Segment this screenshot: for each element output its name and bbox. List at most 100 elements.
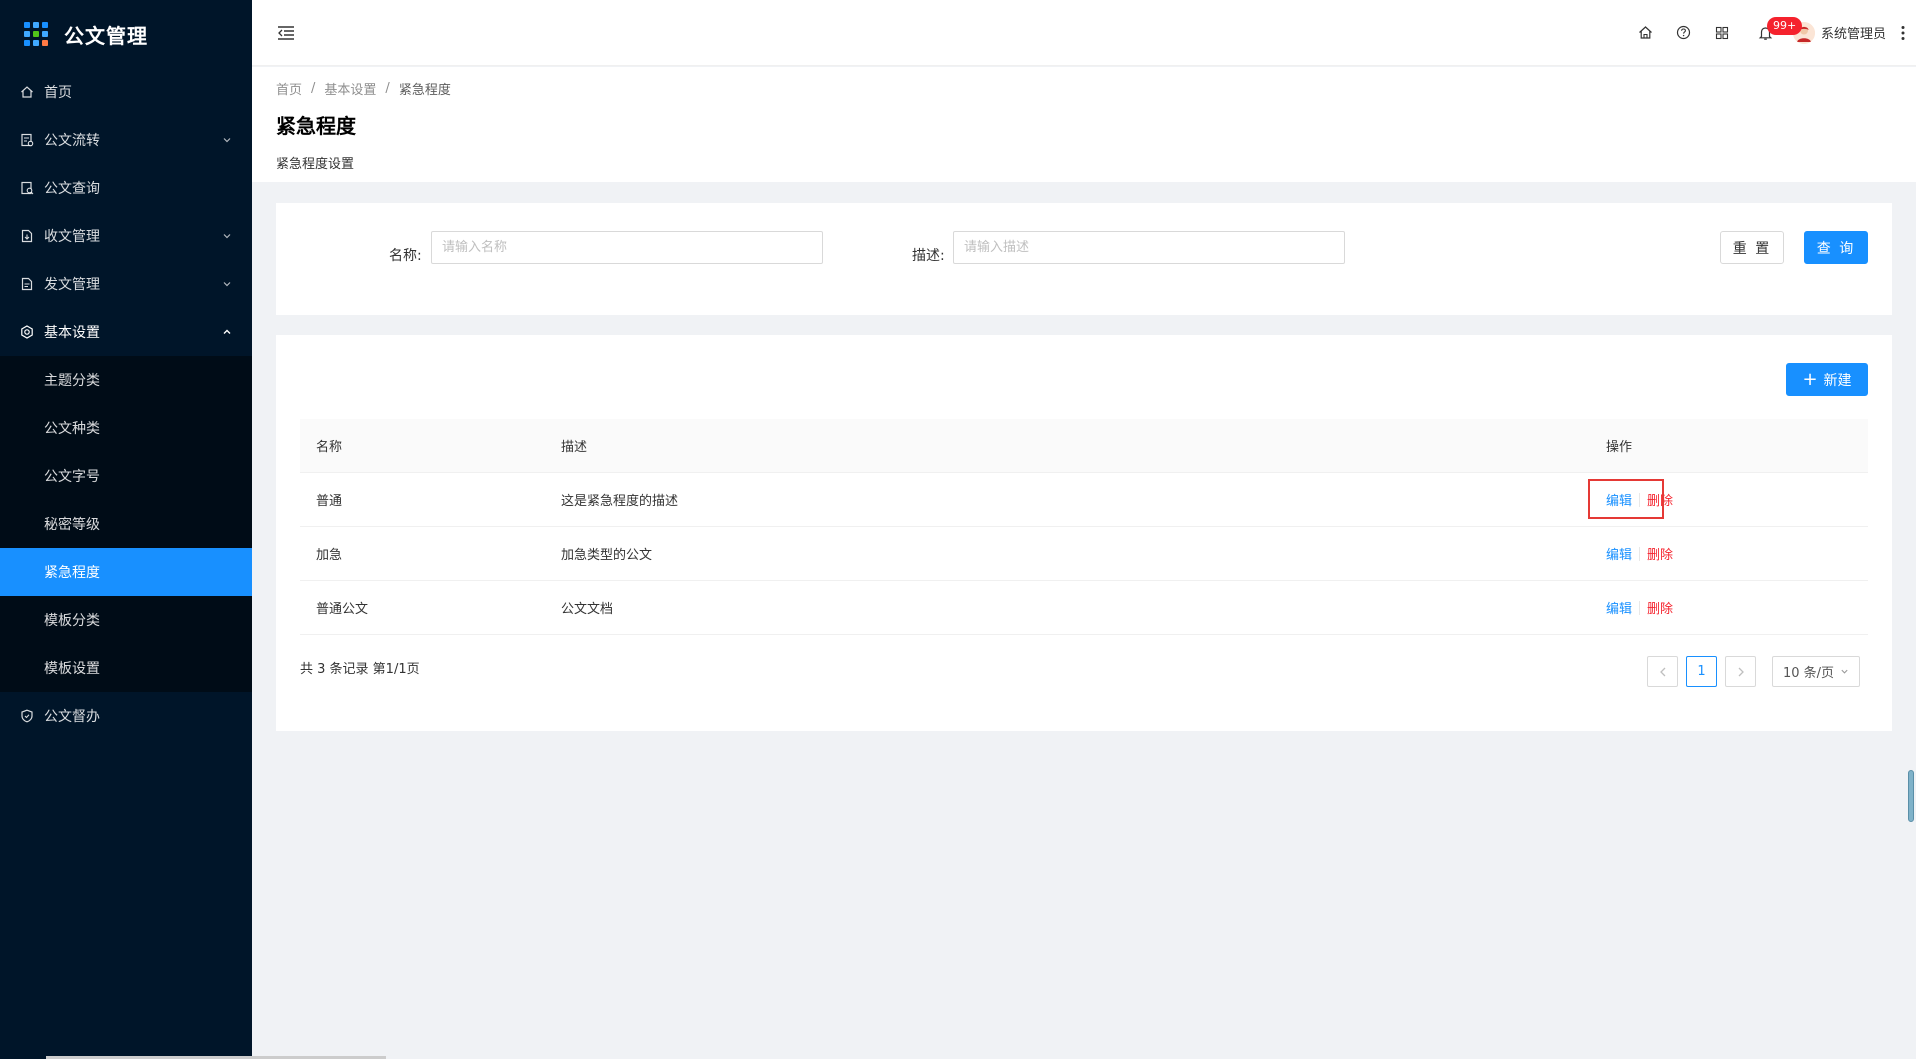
home-icon[interactable] [1627,14,1665,52]
chevron-down-icon [222,135,232,145]
delete-link[interactable]: 删除 [1647,598,1673,617]
breadcrumb-current: 紧急程度 [398,83,451,98]
submenu-item-urgency-level[interactable]: 紧急程度 [0,548,252,596]
sidebar-item-label: 公文流转 [44,133,100,149]
document-flow-icon [20,133,34,147]
cell-name: 普通 [316,494,343,509]
submenu-item-topic-category[interactable]: 主题分类 [0,356,252,404]
home-icon [20,85,34,99]
prev-page-button[interactable] [1647,656,1678,687]
sidebar-item-document-search[interactable]: 公文查询 [0,164,252,212]
breadcrumb-home-link[interactable]: 首页 [276,79,302,98]
table-row: 普通公文 公文文档 编辑 删除 [300,581,1868,635]
page-description: 紧急程度设置 [276,157,355,172]
sidebar-item-label: 公文督办 [44,709,100,725]
search-form: 名称: 描述: 重 置 查 询 [276,203,1892,315]
page-title: 紧急程度 [276,114,356,138]
user-name: 系统管理员 [1820,27,1886,42]
settings-submenu: 主题分类 公文种类 公文字号 秘密等级 紧急程度 模板分类 模板设置 [0,356,252,692]
name-field-label: 名称: [389,248,422,264]
scroll-handle[interactable] [1908,770,1914,822]
delete-link[interactable]: 删除 [1647,544,1673,563]
sidebar: 公文管理 首页 公文流转 公文查询 收文管理 发文管理 基本设置 主题分类 公文… [0,0,252,1059]
sidebar-item-home[interactable]: 首页 [0,68,252,116]
query-button[interactable]: 查 询 [1804,231,1868,264]
sidebar-item-label: 基本设置 [44,325,100,341]
header-actions: 99+ 系统管理员 [1627,0,1916,65]
column-header-name: 名称 [316,440,343,455]
chevron-down-icon [222,231,232,241]
chevron-up-icon [222,327,232,337]
new-button-label: 新建 [1823,372,1852,389]
user-menu[interactable]: 系统管理员 [1792,21,1886,44]
description-search-input[interactable] [953,231,1345,264]
sidebar-item-supervision[interactable]: 公文督办 [0,692,252,740]
sidebar-item-basic-settings[interactable]: 基本设置 [0,308,252,356]
edit-link[interactable]: 编辑 [1606,598,1632,617]
description-field-label: 描述: [912,248,945,264]
table-card: + 新建 名称 描述 操作 普通 这是紧急程度的描述 编辑 删除 加急 加急类型… [276,335,1892,731]
sidebar-menu-bottom: 公文督办 [0,692,252,740]
sidebar-menu: 首页 公文流转 公文查询 收文管理 发文管理 基本设置 [0,68,252,356]
apps-icon[interactable] [1703,14,1741,52]
cell-actions: 编辑 删除 [1606,598,1868,617]
reset-button[interactable]: 重 置 [1720,231,1784,264]
outbox-document-icon [20,277,34,291]
pagination-summary: 共 3 条记录 第1/1页 [300,662,420,677]
page-number-button[interactable]: 1 [1686,656,1717,687]
apps-grid-icon [24,22,48,46]
action-divider [1639,546,1641,561]
page-size-select[interactable]: 10 条/页 [1772,656,1860,687]
name-search-input[interactable] [431,231,823,264]
sidebar-item-label: 发文管理 [44,277,100,293]
cell-description: 公文文档 [561,602,614,617]
cell-actions: 编辑 删除 [1606,544,1868,563]
notification-badge: 99+ [1766,16,1803,35]
sidebar-item-label: 首页 [44,85,72,101]
notification-bell-icon[interactable]: 99+ [1747,14,1803,52]
submenu-item-secrecy-level[interactable]: 秘密等级 [0,500,252,548]
cell-name: 普通公文 [316,602,369,617]
sidebar-item-label: 公文查询 [44,181,100,197]
next-page-button[interactable] [1725,656,1756,687]
submenu-item-document-type[interactable]: 公文种类 [0,404,252,452]
logo[interactable]: 公文管理 [0,0,252,68]
column-header-actions: 操作 [1606,440,1633,455]
highlight-box [1588,479,1664,519]
menu-fold-icon[interactable] [276,23,296,43]
table-header: 名称 描述 操作 [300,419,1868,473]
chevron-down-icon [1841,669,1848,674]
breadcrumb-separator: / [311,81,316,96]
column-header-description: 描述 [561,440,588,455]
action-divider [1639,600,1641,615]
page-header: 首页 / 基本设置 / 紧急程度 紧急程度 紧急程度设置 [252,67,1916,182]
inbox-document-icon [20,229,34,243]
edit-link[interactable]: 编辑 [1606,544,1632,563]
submenu-item-template-settings[interactable]: 模板设置 [0,644,252,692]
breadcrumb-settings-link[interactable]: 基本设置 [324,79,376,98]
sidebar-item-outgoing-docs[interactable]: 发文管理 [0,260,252,308]
urgency-table: 名称 描述 操作 普通 这是紧急程度的描述 编辑 删除 加急 加急类型的公文 编… [300,419,1868,635]
sidebar-item-label: 收文管理 [44,229,100,245]
app-title: 公文管理 [64,23,148,48]
settings-icon [20,325,34,339]
shield-icon [20,709,34,723]
table-row: 加急 加急类型的公文 编辑 删除 [300,527,1868,581]
breadcrumb: 首页 / 基本设置 / 紧急程度 [276,79,1892,98]
plus-icon: + [1802,368,1818,390]
sidebar-item-document-flow[interactable]: 公文流转 [0,116,252,164]
sidebar-item-incoming-docs[interactable]: 收文管理 [0,212,252,260]
page-size-value: 10 条/页 [1783,666,1835,681]
document-search-icon [20,181,34,195]
submenu-item-document-number[interactable]: 公文字号 [0,452,252,500]
submenu-item-template-category[interactable]: 模板分类 [0,596,252,644]
cell-name: 加急 [316,548,343,563]
chevron-down-icon [222,279,232,289]
pagination: 1 10 条/页 [1647,656,1860,687]
breadcrumb-separator: / [385,81,390,96]
new-button[interactable]: + 新建 [1786,363,1868,396]
top-header: 99+ 系统管理员 [252,0,1916,66]
cell-description: 这是紧急程度的描述 [561,494,679,509]
more-vertical-icon[interactable] [1898,23,1908,43]
help-icon[interactable] [1665,14,1703,52]
